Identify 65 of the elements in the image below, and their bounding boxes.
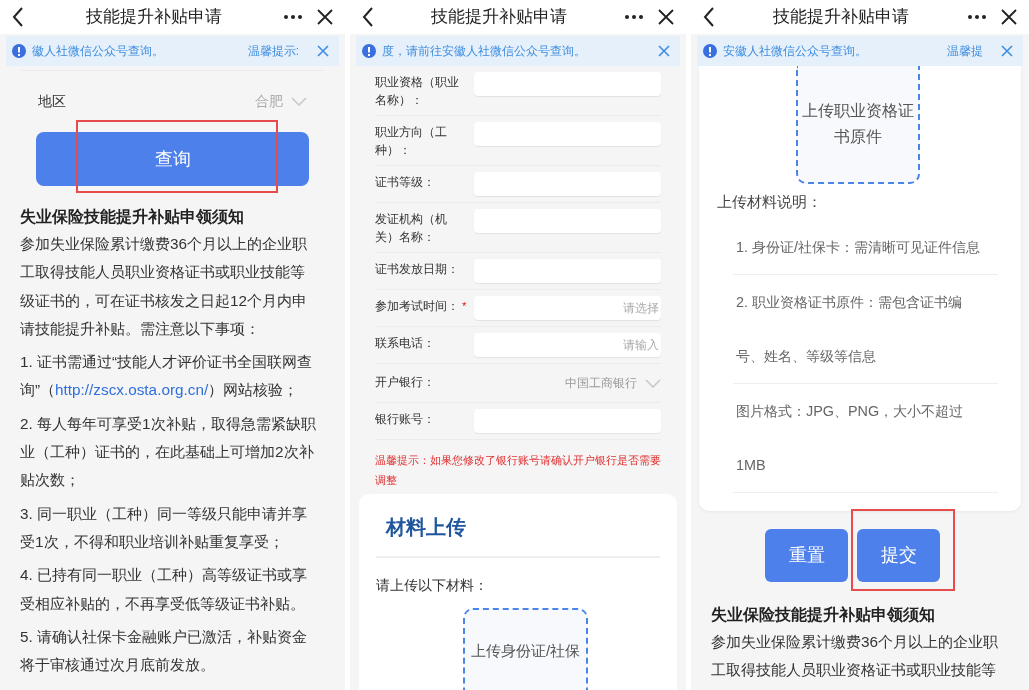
required-mark: * [462,300,467,312]
field-label: 联系电话： [375,336,436,351]
input-field[interactable] [474,122,661,146]
notice-text: 度，请前往安徽人社微信公众号查询。 [382,43,587,60]
close-icon[interactable] [1001,9,1017,25]
field-label: 参加考试时间： * [375,299,468,314]
region-select[interactable]: 合肥 [255,91,307,112]
chevron-down-icon [291,97,307,106]
notice-paragraph: 参加失业保险累计缴费36个月以上的企业职工取得技能人员职业资格证书或职业技能等 [710,631,999,681]
field-label: 证书等级： [375,175,436,190]
more-icon[interactable] [283,14,303,20]
alert-icon [362,44,376,58]
input-field[interactable] [474,72,661,96]
upload-box[interactable]: 上传身份证/社保 [463,608,588,690]
back-icon[interactable] [362,7,374,27]
page-title: 技能提升补贴申请 [84,6,223,29]
section-heading: 失业保险技能提升补贴申领须知 [710,604,936,625]
notice-text: 安徽人社微信公众号查询。 [723,43,868,60]
input-field[interactable] [474,172,661,196]
reset-button[interactable]: 重置 [765,528,848,582]
field-label: 职业方向（工种）： [375,125,448,158]
field-label: 职业资格（职业名称）： [375,75,460,108]
submit-button[interactable]: 提交 [857,528,940,582]
notice-paragraph: 参加失业保险累计缴费36个月以上的企业职工取得技能人员职业资格证书或职业技能等级证书的，可在证书核发之日起12个月内申请技能提升补贴。需注意以下事项： [19,234,308,339]
back-icon[interactable] [12,7,24,27]
input-field[interactable]: 请选择 [474,296,661,320]
card-title: 材料上传 [376,512,660,558]
field-label: 证书发放日期： [375,262,460,277]
field-label: 地区 [38,92,67,111]
note-item: 图片格式：JPG、PNG，大小不超过1MB [733,383,998,493]
notice-hint: 温馨提示: [247,43,299,60]
notice-paragraph: 2. 每人每年可享受1次补贴，取得急需紧缺职业（工种）证书的，在此基础上可增加2次补贴次数； [19,413,317,491]
notice-text: 徽人社微信公众号查询。 [32,43,165,60]
note-item: 2. 职业资格证书原件：需包含证书编号、姓名、等级等信息 [733,274,998,384]
page-title: 技能提升补贴申请 [772,6,910,29]
notice-paragraph: 4. 已持有同一职业（工种）高等级证书或享受相应补贴的，不再享受低等级证书补贴。 [19,565,308,614]
warning-text: 温馨提示：如果您修改了银行账号请确认开户银行是否需要调整 [375,453,661,488]
alert-icon [703,44,717,58]
notice-hint: 温馨提 [947,43,983,60]
notes-title: 上传材料说明： [717,193,823,212]
field-label: 发证机构（机关）名称： [375,212,448,245]
close-icon[interactable] [658,9,674,25]
notice-paragraph: 5. 请确认社保卡金融账户已激活，补贴资金将于审核通过次月底前发放。 [19,626,308,676]
upload-box[interactable]: 上传职业资格证书原件 [796,66,920,184]
input-field[interactable] [474,209,661,233]
close-icon[interactable] [317,9,333,25]
note-item: 1. 身份证/社保卡：需清晰可见证件信息 [733,219,998,275]
chevron-down-icon [645,378,661,388]
page-title: 技能提升补贴申请 [430,6,568,29]
bank-select[interactable]: 中国工商银行 [474,374,661,392]
more-icon[interactable] [967,14,987,20]
field-label: 银行账号： [375,412,436,427]
query-button[interactable]: 查询 [36,132,309,186]
input-field[interactable] [474,409,661,433]
input-field[interactable]: 请输入 [474,333,661,357]
alert-icon [12,44,26,58]
input-field[interactable] [474,259,661,283]
card-subtitle: 请上传以下材料： [376,577,489,595]
section-heading: 失业保险技能提升补贴申领须知 [19,207,245,227]
notice-paragraph: 1. 证书需通过“技能人才评价证书全国联网查询”（http://zscx.osta.org.cn/）网站核验； [19,352,314,401]
back-icon[interactable] [703,7,715,27]
field-label: 开户银行： [375,375,436,391]
website-link[interactable]: http://zscx.osta.org.cn/ [55,381,209,399]
notice-paragraph: 3. 同一职业（工种）同一等级只能申请并享受1次，不得和职业培训补贴重复享受； [19,503,308,552]
more-icon[interactable] [624,14,644,20]
